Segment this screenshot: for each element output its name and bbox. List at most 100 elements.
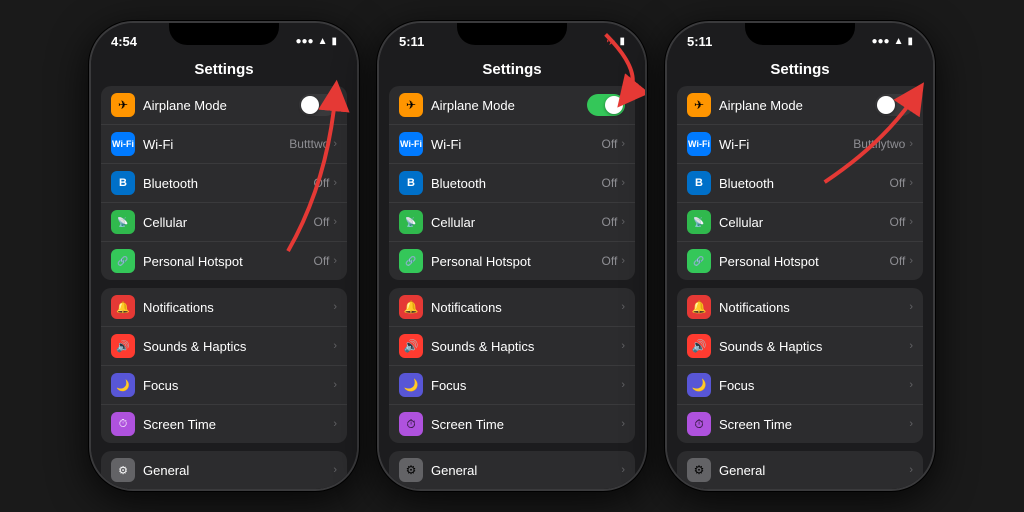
sounds-row-1[interactable]: 🔊 Sounds & Haptics › [101,327,347,366]
notif-icon-3: 🔔 [687,295,711,319]
bt-row-2[interactable]: B Bluetooth Off › [389,164,635,203]
bt-row-1[interactable]: B Bluetooth Off › [101,164,347,203]
time-1: 4:54 [111,34,137,49]
notif-label-1: Notifications [143,300,333,315]
screentime-row-1[interactable]: ⏱ Screen Time › [101,405,347,443]
cell-chevron-3: › [909,216,913,228]
battery-icon-1: ▮ [331,36,337,47]
notch-2 [457,23,567,45]
cell-row-2[interactable]: 📡 Cellular Off › [389,203,635,242]
phones-container: 4:54 ●●● ▲ ▮ Settings ✈ Airplane Mode [69,1,955,511]
airplane-icon-3: ✈ [687,93,711,117]
notif-row-2[interactable]: 🔔 Notifications › [389,288,635,327]
sounds-row-2[interactable]: 🔊 Sounds & Haptics › [389,327,635,366]
notif-row-3[interactable]: 🔔 Notifications › [677,288,923,327]
notif-icon-2: 🔔 [399,295,423,319]
screentime-chevron-3: › [909,418,913,430]
airplane-label-2: Airplane Mode [431,98,587,113]
sounds-icon-1: 🔊 [111,334,135,358]
hotspot-row-1[interactable]: 🔗 Personal Hotspot Off › [101,242,347,280]
group2-phone3: 🔔 Notifications › 🔊 Sounds & Haptics › 🌙… [677,288,923,443]
airplane-row-1[interactable]: ✈ Airplane Mode [101,86,347,125]
airplane-icon-1: ✈ [111,93,135,117]
wifi-label-1: Wi-Fi [143,137,289,152]
hotspot-label-2: Personal Hotspot [431,254,602,269]
notif-icon-1: 🔔 [111,295,135,319]
bt-label-3: Bluetooth [719,176,890,191]
focus-row-2[interactable]: 🌙 Focus › [389,366,635,405]
hotspot-value-1: Off [314,254,330,268]
group1-phone3: ✈ Airplane Mode Wi-Fi Wi-Fi Buttflytwo › [677,86,923,280]
focus-label-3: Focus [719,378,909,393]
bt-label-2: Bluetooth [431,176,602,191]
sounds-icon-2: 🔊 [399,334,423,358]
general-row-1[interactable]: ⚙ General › [101,451,347,489]
cell-label-1: Cellular [143,215,314,230]
wifi-icon-row-3: Wi-Fi [687,132,711,156]
cell-icon-1: 📡 [111,210,135,234]
general-row-2[interactable]: ⚙ General › [389,451,635,489]
time-3: 5:11 [687,34,712,49]
cell-chevron-2: › [621,216,625,228]
phone-3: 5:11 ●●● ▲ ▮ Settings ✈ Airplane Mode [665,21,935,491]
wifi-chevron-2: › [621,138,625,150]
notch-1 [169,23,279,45]
airplane-row-2[interactable]: ✈ Airplane Mode [389,86,635,125]
airplane-toggle-3[interactable] [875,94,913,116]
bt-icon-3: B [687,171,711,195]
hotspot-value-2: Off [602,254,618,268]
bt-row-3[interactable]: B Bluetooth Off › [677,164,923,203]
notif-chevron-1: › [333,301,337,313]
focus-chevron-2: › [621,379,625,391]
status-icons-3: ●●● ▲ ▮ [871,36,913,47]
airplane-label-1: Airplane Mode [143,98,299,113]
focus-label-1: Focus [143,378,333,393]
focus-icon-1: 🌙 [111,373,135,397]
cell-icon-3: 📡 [687,210,711,234]
wifi-icon-1: ▲ [318,36,328,47]
airplane-toggle-1[interactable] [299,94,337,116]
general-label-1: General [143,463,333,478]
general-row-3[interactable]: ⚙ General › [677,451,923,489]
hotspot-row-3[interactable]: 🔗 Personal Hotspot Off › [677,242,923,280]
focus-label-2: Focus [431,378,621,393]
battery-icon-3: ▮ [907,36,913,47]
wifi-row-3[interactable]: Wi-Fi Wi-Fi Buttflytwo › [677,125,923,164]
wifi-chevron-3: › [909,138,913,150]
screen-1: Settings ✈ Airplane Mode Wi-Fi [91,55,357,489]
screentime-icon-1: ⏱ [111,412,135,436]
hotspot-chevron-1: › [333,255,337,267]
cell-row-1[interactable]: 📡 Cellular Off › [101,203,347,242]
cell-chevron-1: › [333,216,337,228]
settings-title-1: Settings [91,57,357,86]
cell-row-3[interactable]: 📡 Cellular Off › [677,203,923,242]
hotspot-chevron-2: › [621,255,625,267]
bt-chevron-2: › [621,177,625,189]
phone-2: 5:11 ✈ ▮ Settings ✈ Airplane Mode [377,21,647,491]
screentime-row-3[interactable]: ⏱ Screen Time › [677,405,923,443]
focus-row-1[interactable]: 🌙 Focus › [101,366,347,405]
sounds-row-3[interactable]: 🔊 Sounds & Haptics › [677,327,923,366]
hotspot-row-2[interactable]: 🔗 Personal Hotspot Off › [389,242,635,280]
bt-value-1: Off [314,176,330,190]
hotspot-label-1: Personal Hotspot [143,254,314,269]
airplane-toggle-2[interactable] [587,94,625,116]
hotspot-icon-3: 🔗 [687,249,711,273]
screentime-row-2[interactable]: ⏱ Screen Time › [389,405,635,443]
signal-icon-1: ●●● [295,36,313,47]
hotspot-label-3: Personal Hotspot [719,254,890,269]
airplane-row-3[interactable]: ✈ Airplane Mode [677,86,923,125]
status-icons-1: ●●● ▲ ▮ [295,36,337,47]
cell-label-3: Cellular [719,215,890,230]
wifi-icon-row-2: Wi-Fi [399,132,423,156]
notif-row-1[interactable]: 🔔 Notifications › [101,288,347,327]
wifi-icon-row-1: Wi-Fi [111,132,135,156]
wifi-row-2[interactable]: Wi-Fi Wi-Fi Off › [389,125,635,164]
group2-phone2: 🔔 Notifications › 🔊 Sounds & Haptics › 🌙… [389,288,635,443]
wifi-row-1[interactable]: Wi-Fi Wi-Fi Butttwo › [101,125,347,164]
cell-value-1: Off [314,215,330,229]
group1-phone1: ✈ Airplane Mode Wi-Fi Wi-Fi Butttwo › [101,86,347,280]
focus-row-3[interactable]: 🌙 Focus › [677,366,923,405]
bt-value-3: Off [890,176,906,190]
general-icon-3: ⚙ [687,458,711,482]
